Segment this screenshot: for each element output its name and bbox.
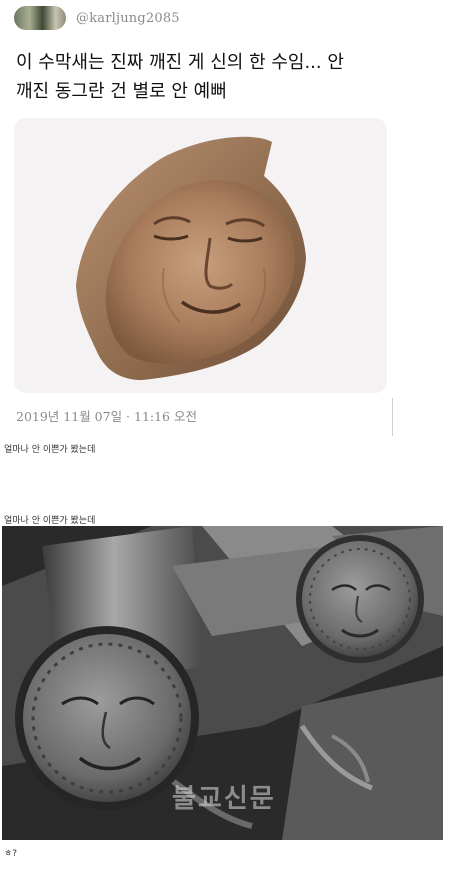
broken-roof-tile-image	[76, 136, 306, 380]
tweet-header: @karljung2085	[14, 4, 180, 32]
tweet-text: 이 수막새는 진짜 깨진 게 신의 한 수임... 안 깨진 동그란 건 별로 …	[16, 48, 446, 106]
tweet-timestamp[interactable]: 2019년 11월 07일 · 11:16 오전	[16, 406, 197, 425]
divider	[392, 398, 393, 436]
caption-3: ㅎ?	[4, 849, 18, 859]
avatar[interactable]	[14, 6, 66, 30]
watermark: 불교신문	[172, 784, 276, 814]
tweet-text-line-1: 이 수막새는 진짜 깨진 게 신의 한 수임... 안	[16, 52, 344, 73]
caption-1: 얼마나 안 이쁜가 봤는데	[4, 445, 96, 455]
user-handle[interactable]: @karljung2085	[76, 11, 180, 26]
caption-2: 얼마나 안 이쁜가 봤는데	[4, 516, 96, 526]
tweet-image[interactable]	[14, 118, 387, 393]
roof-tile-photo[interactable]: 불교신문	[2, 526, 443, 840]
tweet-text-line-2: 깨진 동그란 건 별로 안 예뻐	[16, 81, 227, 102]
